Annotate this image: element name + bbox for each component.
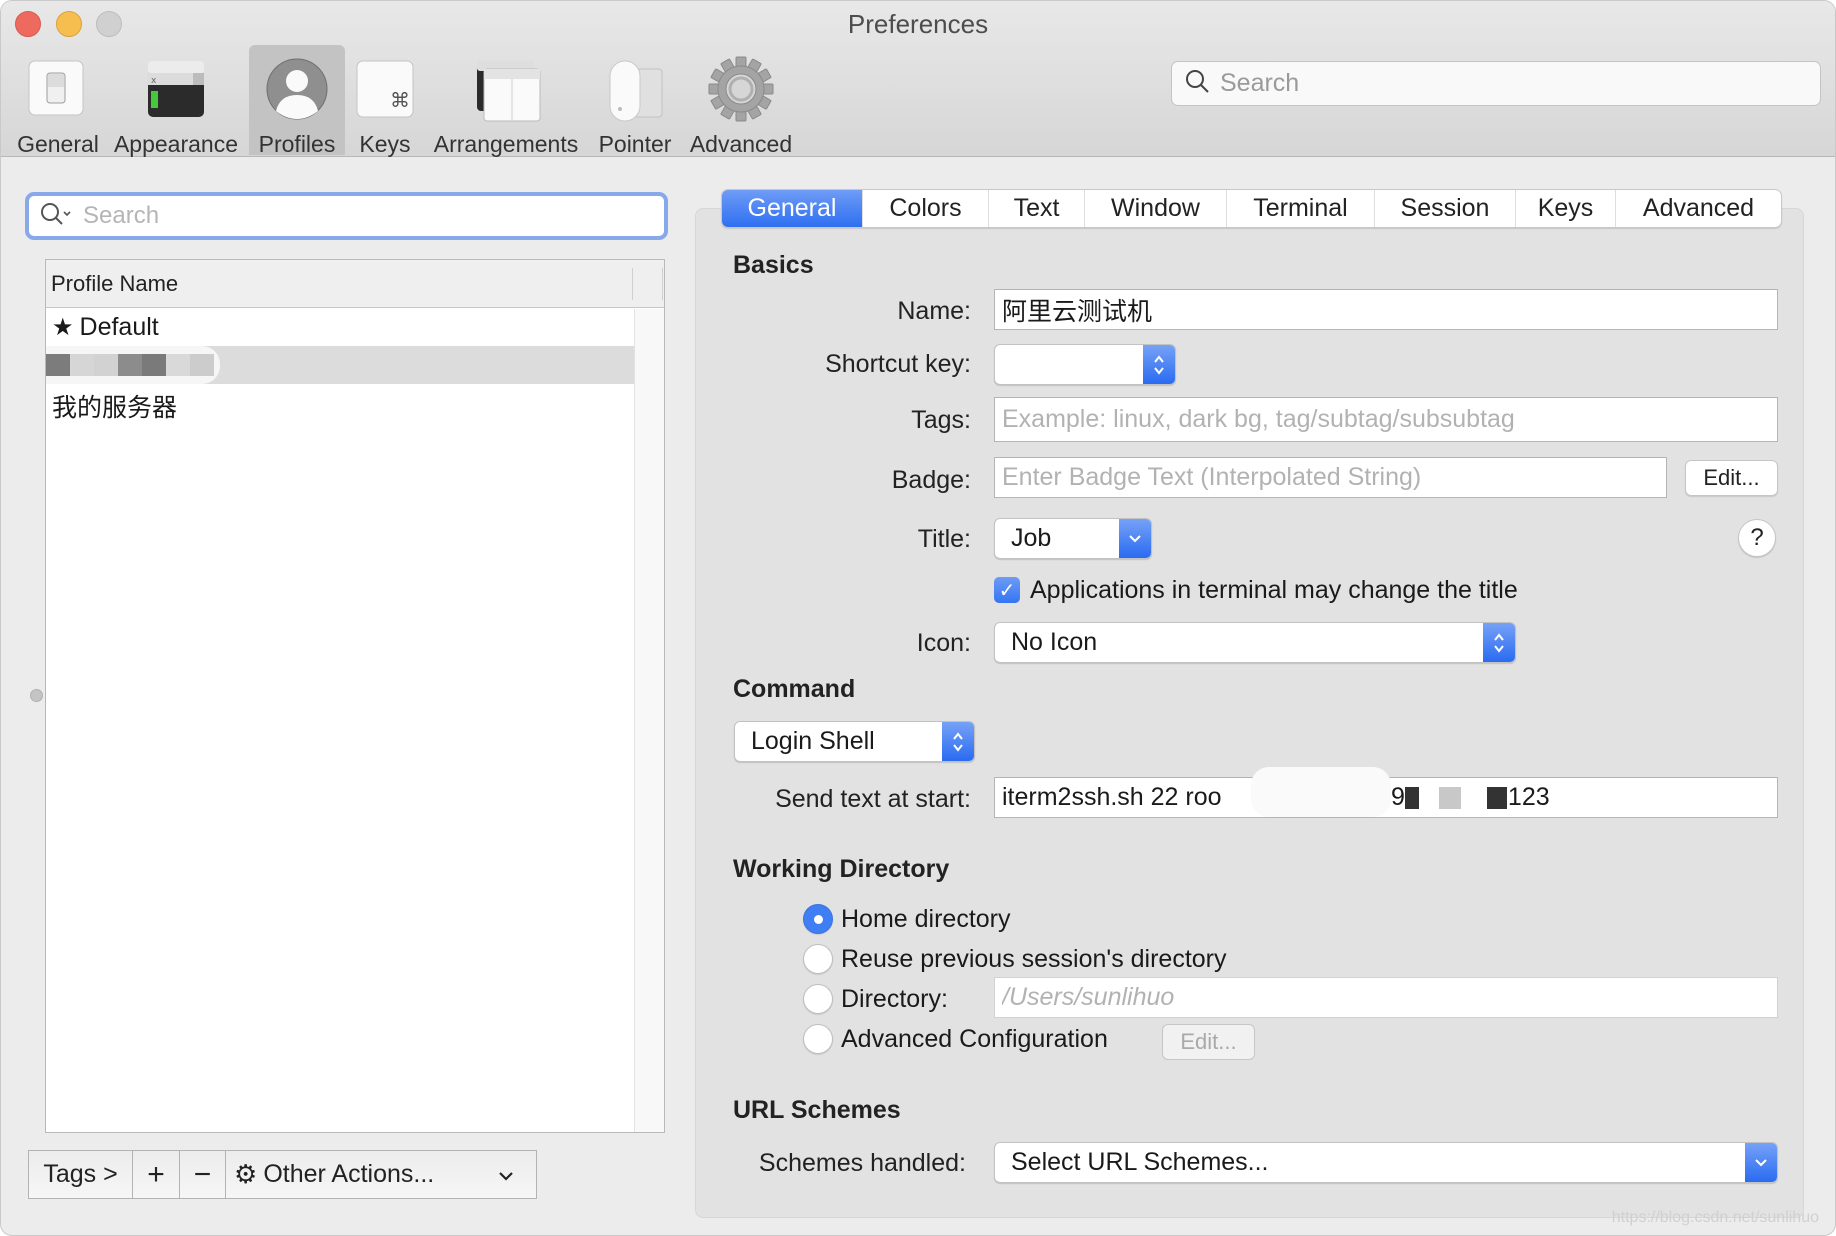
tags-toggle-button[interactable]: Tags > [29, 1151, 133, 1198]
user-silhouette-icon [260, 51, 334, 127]
profile-list: Profile Name ★ Default 我的服务器 [45, 259, 665, 1133]
tags-field[interactable] [994, 397, 1778, 442]
directory-field[interactable] [994, 977, 1778, 1018]
gear-icon: ⚙ [234, 1159, 258, 1189]
command-key-icon: ⌘ [348, 51, 422, 127]
basics-heading: Basics [733, 251, 814, 279]
star-icon: ★ [52, 313, 74, 341]
watermark: https://blog.csdn.net/sunlihuo [1611, 1209, 1819, 1226]
add-profile-button[interactable]: + [133, 1151, 180, 1198]
name-label: Name: [897, 297, 971, 325]
toolbar-item-pointer[interactable]: Pointer [593, 45, 677, 157]
name-field[interactable]: 阿里云测试机 [994, 289, 1778, 330]
mouse-icon [598, 51, 672, 127]
toolbar: Preferences General x Appearance Profile… [1, 1, 1835, 157]
profile-actions-bar: Tags > + − ⚙ Other Actions... [28, 1150, 537, 1199]
shortcut-key-label: Shortcut key: [825, 350, 971, 378]
split-resize-handle[interactable] [30, 689, 43, 702]
up-down-chevron-icon [1483, 623, 1515, 662]
advanced-configuration-edit-button[interactable]: Edit... [1162, 1024, 1255, 1060]
redaction-mask [1251, 767, 1391, 817]
remove-profile-button[interactable]: − [180, 1151, 226, 1198]
command-type-popup[interactable]: Login Shell [734, 721, 975, 762]
preferences-search[interactable] [1171, 61, 1821, 106]
tab-advanced[interactable]: Advanced [1616, 190, 1781, 227]
toolbar-item-advanced[interactable]: Advanced [687, 45, 795, 157]
chevron-down-icon [1745, 1143, 1777, 1182]
search-icon [1184, 68, 1210, 99]
search-menu-icon[interactable] [39, 201, 75, 232]
column-divider [662, 268, 663, 300]
apps-change-title-label: Applications in terminal may change the … [1030, 576, 1518, 604]
url-schemes-heading: URL Schemes [733, 1096, 901, 1124]
working-directory-heading: Working Directory [733, 855, 950, 883]
help-button[interactable]: ? [1738, 519, 1776, 557]
profile-row-my-server[interactable]: 我的服务器 [46, 384, 634, 428]
tab-terminal[interactable]: Terminal [1227, 190, 1375, 227]
badge-label: Badge: [891, 466, 971, 494]
tab-window[interactable]: Window [1085, 190, 1227, 227]
profile-search[interactable] [25, 192, 668, 240]
gear-icon [704, 51, 778, 127]
window-title: Preferences [847, 9, 989, 39]
svg-text:⌘: ⌘ [390, 88, 410, 112]
profile-search-input[interactable] [81, 201, 641, 231]
profile-row-default[interactable]: ★ Default [46, 308, 634, 346]
toolbar-item-keys[interactable]: ⌘ Keys [348, 45, 422, 157]
chevron-down-icon [498, 1160, 514, 1189]
redacted-profile-name [46, 346, 220, 384]
up-down-chevron-icon [1143, 345, 1175, 384]
directory-label: Directory: [841, 985, 948, 1013]
other-actions-menu[interactable]: ⚙ Other Actions... [226, 1151, 536, 1198]
command-heading: Command [733, 675, 856, 703]
profile-tabs: General Colors Text Window Terminal Sess… [721, 189, 1782, 228]
tab-text[interactable]: Text [989, 190, 1085, 227]
tab-general[interactable]: General [722, 190, 863, 227]
switch-icon [21, 51, 95, 127]
toolbar-item-profiles[interactable]: Profiles [249, 45, 345, 157]
title-popup[interactable]: Job [994, 518, 1152, 559]
toolbar-item-general[interactable]: General [13, 45, 103, 157]
profile-name-column-header[interactable]: Profile Name [46, 260, 664, 308]
tab-session[interactable]: Session [1375, 190, 1516, 227]
preferences-window: Preferences General x Appearance Profile… [0, 0, 1836, 1236]
preferences-search-input[interactable] [1218, 68, 1778, 99]
radio-reuse-previous-directory[interactable] [803, 944, 833, 974]
column-divider [632, 268, 633, 300]
home-directory-label: Home directory [841, 905, 1011, 933]
radio-directory[interactable] [803, 984, 833, 1014]
shortcut-key-popup[interactable] [994, 344, 1176, 385]
url-schemes-popup[interactable]: Select URL Schemes... [994, 1142, 1778, 1183]
tab-colors[interactable]: Colors [863, 190, 989, 227]
tags-label: Tags: [911, 406, 971, 434]
radio-advanced-configuration[interactable] [803, 1024, 833, 1054]
icon-label: Icon: [916, 629, 971, 657]
schemes-handled-label: Schemes handled: [758, 1149, 966, 1177]
toolbar-item-arrangements[interactable]: Arrangements [431, 45, 581, 157]
badge-edit-button[interactable]: Edit... [1685, 460, 1778, 496]
advanced-configuration-label: Advanced Configuration [841, 1025, 1108, 1053]
up-down-chevron-icon [942, 722, 974, 761]
redaction-mask [1437, 772, 1527, 816]
svg-text:x: x [151, 76, 157, 86]
apps-change-title-checkbox[interactable]: ✓ [994, 577, 1020, 603]
toolbar-item-appearance[interactable]: x Appearance [111, 45, 241, 157]
chevron-down-icon [1119, 519, 1151, 558]
windows-icon [469, 51, 543, 127]
send-text-label: Send text at start: [775, 785, 971, 813]
list-scrollbar[interactable] [634, 309, 664, 1132]
icon-popup[interactable]: No Icon [994, 622, 1516, 663]
terminal-window-icon: x [139, 51, 213, 127]
badge-field[interactable] [994, 457, 1667, 498]
profile-row-selected[interactable] [46, 346, 634, 384]
reuse-directory-label: Reuse previous session's directory [841, 945, 1227, 973]
title-label: Title: [917, 525, 971, 553]
tab-keys[interactable]: Keys [1516, 190, 1616, 227]
radio-home-directory[interactable] [803, 904, 833, 934]
